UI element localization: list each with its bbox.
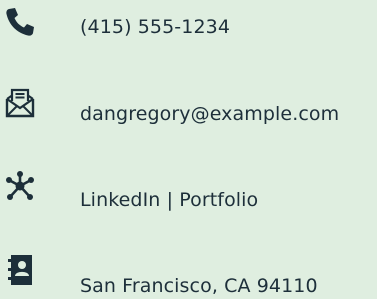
- mail-letter-icon: [4, 87, 36, 119]
- address-row: San Francisco, CA 94110: [0, 254, 377, 297]
- links-row: LinkedIn | Portfolio: [0, 170, 377, 212]
- phone-icon: [4, 6, 36, 38]
- contact-card-icon: [4, 254, 36, 286]
- links-text[interactable]: LinkedIn | Portfolio: [80, 188, 258, 212]
- network-hub-icon: [4, 170, 36, 202]
- email-row: dangregory@example.com: [0, 87, 377, 127]
- email-address[interactable]: dangregory@example.com: [80, 102, 339, 126]
- address-text: San Francisco, CA 94110: [80, 275, 318, 297]
- phone-number[interactable]: (415) 555-1234: [80, 15, 230, 39]
- phone-row: (415) 555-1234: [0, 6, 377, 46]
